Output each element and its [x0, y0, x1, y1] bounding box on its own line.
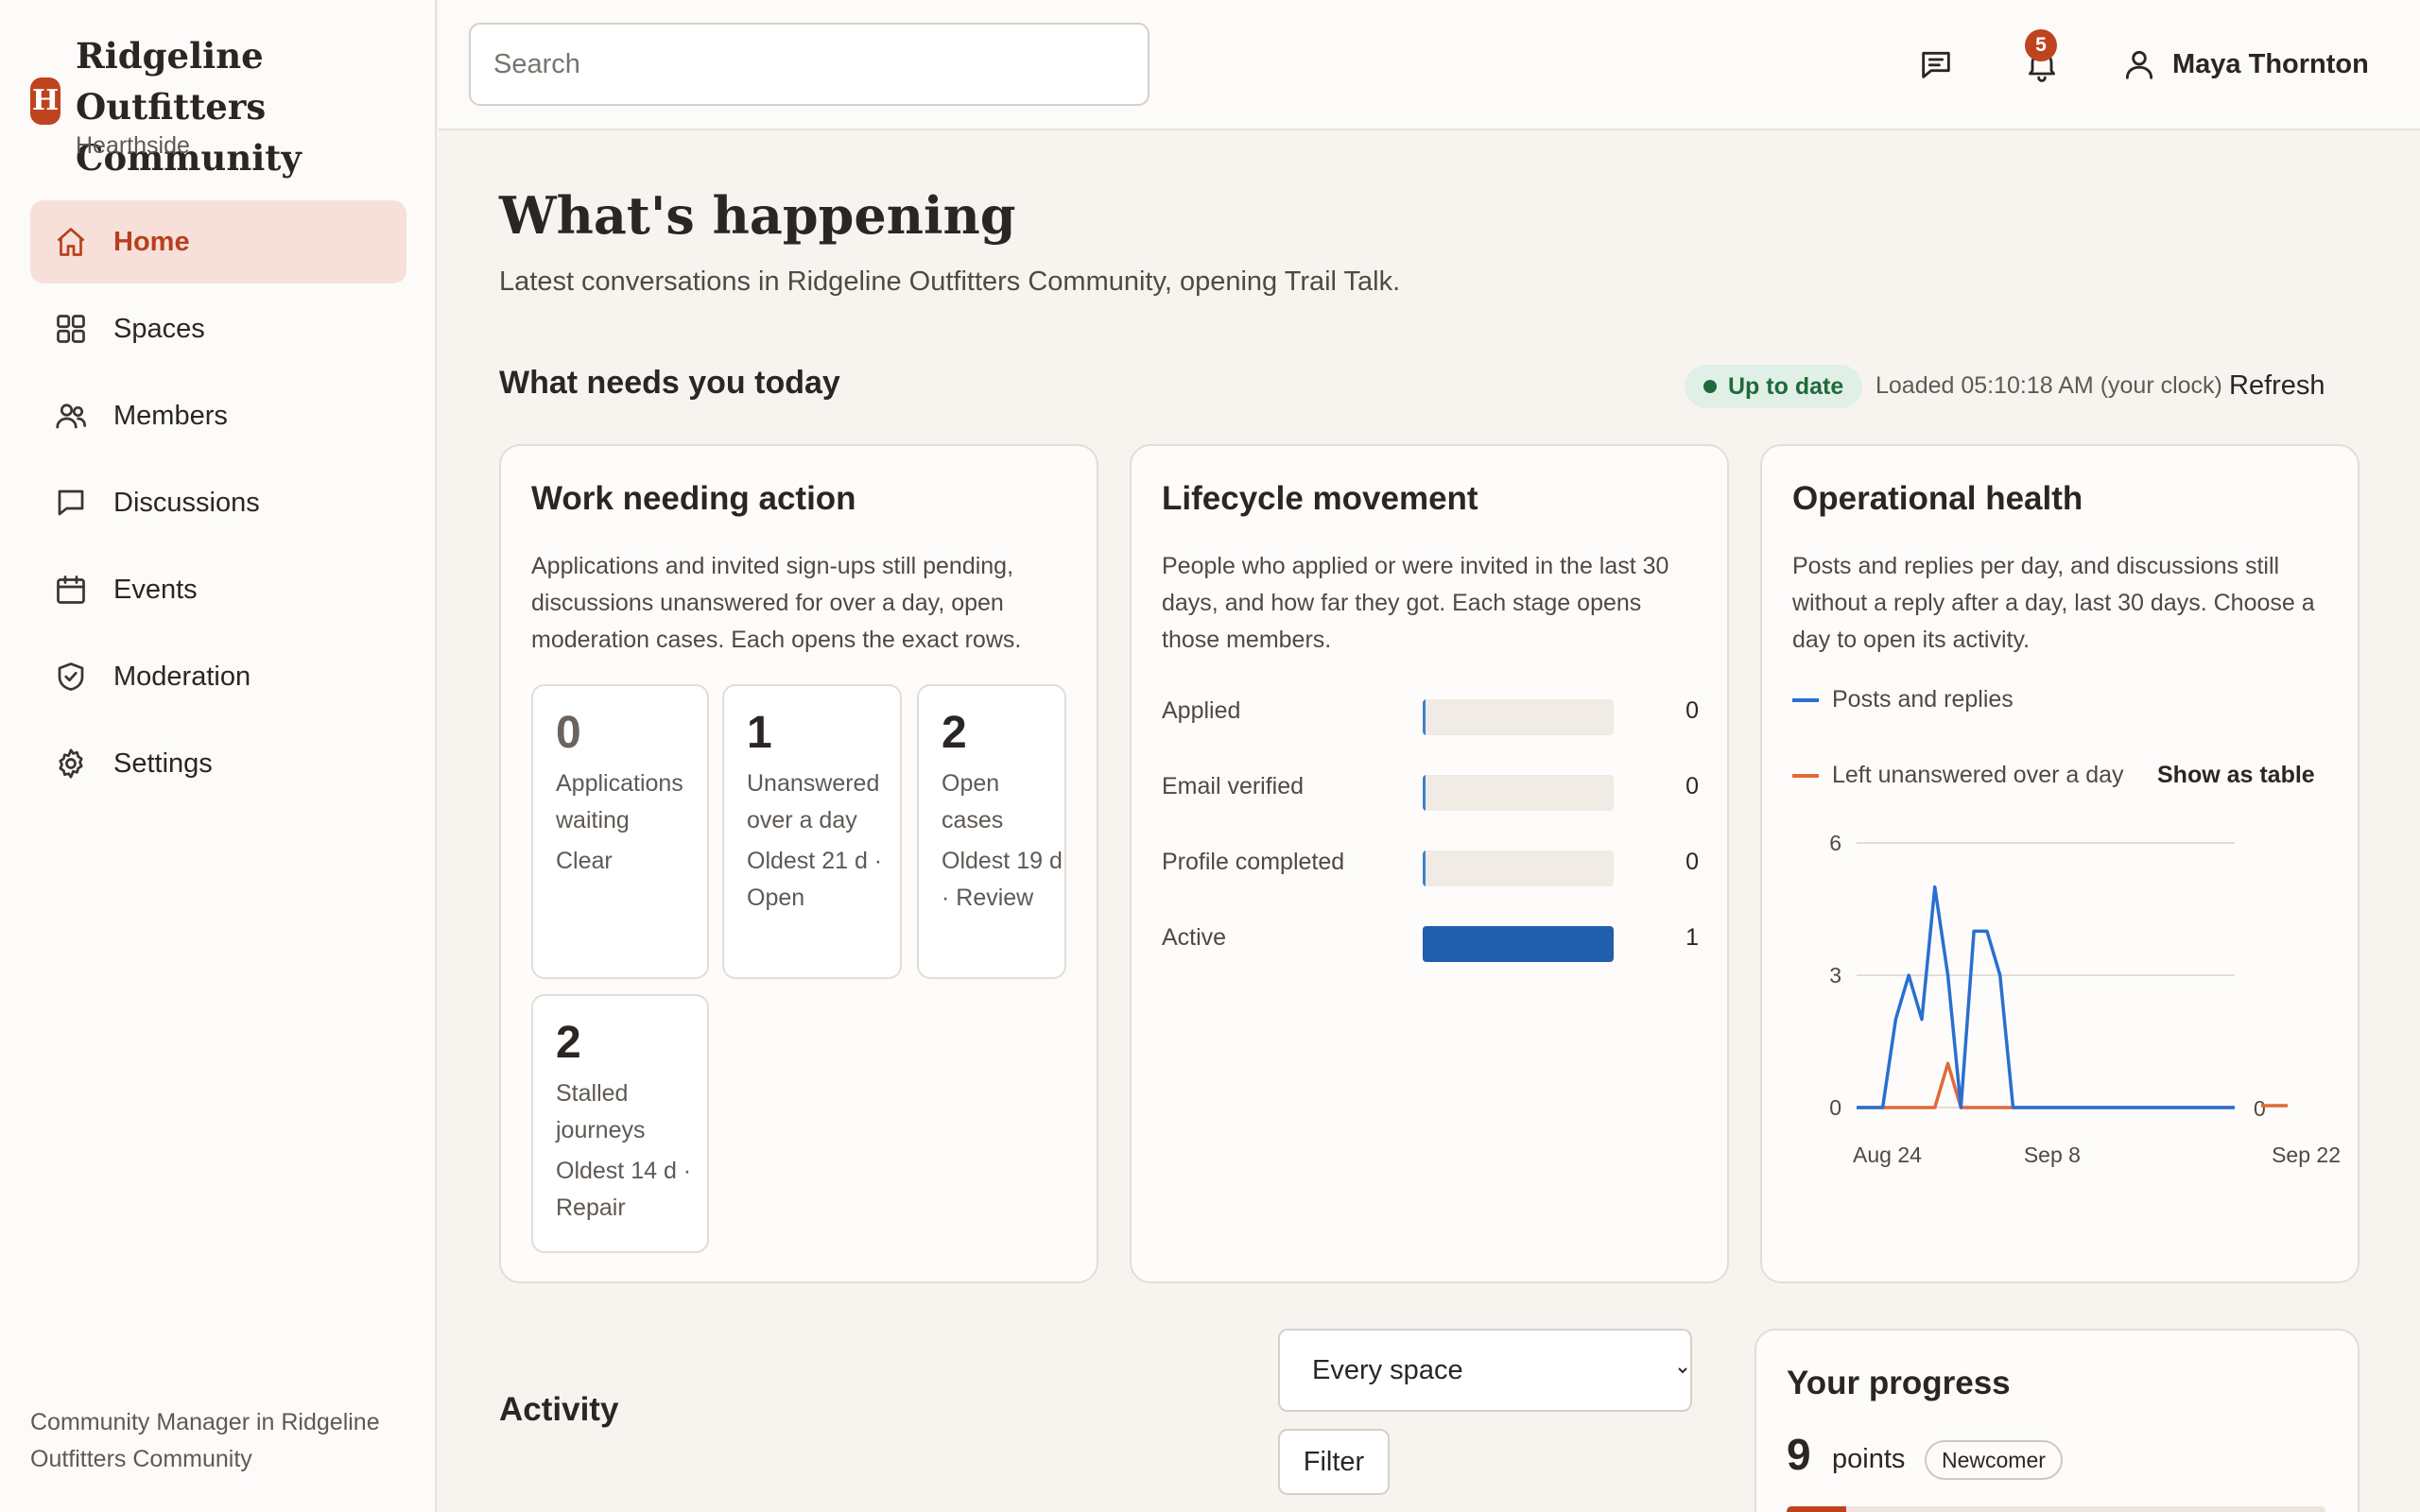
stage-bar [1423, 926, 1614, 962]
section-title: What needs you today [499, 365, 840, 401]
tile-count: 1 [747, 708, 772, 758]
tile-label: Open cases [942, 770, 1004, 833]
users-icon [53, 398, 89, 434]
stage-row-email-verified[interactable]: Email verified 0 [1162, 771, 1701, 811]
sidebar-item-members[interactable]: Members [30, 374, 406, 457]
sidebar-item-discussions[interactable]: Discussions [30, 461, 406, 544]
user-icon [2125, 50, 2153, 79]
sidebar-item-spaces[interactable]: Spaces [30, 287, 406, 370]
stage-label: Active [1162, 924, 1227, 951]
shield-icon [53, 659, 89, 695]
x-tick-label: Sep 8 [2024, 1143, 2081, 1167]
tile-label: Unanswered over a day [747, 770, 880, 833]
progress-bar [1787, 1506, 2325, 1512]
series-line-1 [1857, 1061, 2235, 1109]
stage-bar [1423, 699, 1614, 735]
notification-count-badge: 5 [2025, 29, 2057, 61]
y-tick-label: 6 [1829, 831, 1841, 855]
x-tick-label: Sep 22 [2272, 1143, 2341, 1167]
y-tick-label: 0 [1829, 1095, 1841, 1120]
tile-label: Stalled journeys [556, 1080, 646, 1143]
brand-logo: H [30, 77, 60, 125]
tile-applications-waiting[interactable]: 0 Applications waiting Clear [531, 684, 709, 979]
tile-count: 0 [556, 708, 581, 758]
sidebar-item-home[interactable]: Home [30, 200, 406, 284]
filter-button[interactable]: Filter [1278, 1429, 1390, 1495]
stage-label: Email verified [1162, 773, 1305, 799]
home-icon [53, 224, 89, 260]
x-tick-label: Aug 24 [1853, 1143, 1922, 1167]
tile-label: Applications waiting [556, 770, 683, 833]
sidebar-item-label: Moderation [113, 661, 251, 692]
user-name: Maya Thornton [2172, 48, 2369, 79]
tile-count: 2 [942, 708, 967, 758]
page-title: What's happening [499, 185, 1016, 246]
sidebar-nav: Home Spaces Members Discussions Events M… [30, 200, 406, 809]
card-description: Applications and invited sign-ups still … [531, 553, 1022, 653]
brand-title[interactable]: Ridgeline Outfitters Community [76, 30, 454, 183]
tile-stalled-journeys[interactable]: 2 Stalled journeys Oldest 14 d · Repair [531, 994, 709, 1253]
stage-value: 0 [1685, 697, 1699, 724]
series-end-label: 0 [2254, 1096, 2266, 1121]
sidebar-item-label: Events [113, 574, 198, 605]
stage-value: 0 [1685, 773, 1699, 799]
stage-row-applied[interactable]: Applied 0 [1162, 696, 1701, 735]
sidebar-item-settings[interactable]: Settings [30, 722, 406, 805]
series-line-0 [1857, 885, 2235, 1109]
stage-value: 1 [1685, 924, 1699, 951]
stage-bar [1423, 775, 1614, 811]
tile-meta: Oldest 14 d · Repair [556, 1158, 692, 1221]
calendar-icon [53, 572, 89, 608]
sidebar-footer-role: Community Manager in Ridgeline Outfitter… [30, 1409, 380, 1472]
stage-row-active[interactable]: Active 1 [1162, 922, 1701, 962]
refresh-button[interactable]: Refresh [2229, 365, 2325, 406]
gear-icon [53, 746, 89, 782]
tile-count: 2 [556, 1018, 581, 1068]
tile-open-cases[interactable]: 2 Open cases Oldest 19 d · Review [917, 684, 1066, 979]
stage-bar [1423, 850, 1614, 886]
sidebar: H Ridgeline Outfitters Community Hearths… [0, 0, 437, 1512]
operational-health-card: Operational health Posts and replies per… [1760, 444, 2360, 1283]
points-value: 9 [1787, 1430, 1811, 1479]
sidebar-item-label: Discussions [113, 487, 260, 518]
sidebar-item-label: Spaces [113, 313, 205, 344]
y-tick-label: 3 [1829, 963, 1841, 988]
page-subtitle: Latest conversations in Ridgeline Outfit… [499, 266, 1401, 297]
sidebar-item-moderation[interactable]: Moderation [30, 635, 406, 718]
tile-meta: Oldest 21 d · Open [747, 848, 883, 911]
stage-value: 0 [1685, 849, 1699, 875]
card-title: Lifecycle movement [1162, 480, 1478, 517]
sidebar-item-label: Home [113, 226, 190, 257]
activity-heading: Activity [499, 1391, 619, 1428]
sidebar-item-label: Members [113, 400, 228, 431]
search-input[interactable] [469, 23, 1150, 106]
chat-icon [53, 485, 89, 521]
brand-subtitle: Hearthside [76, 132, 190, 159]
stage-label: Profile completed [1162, 849, 1345, 875]
space-filter-select[interactable]: Every space [1278, 1329, 1692, 1412]
stage-label: Applied [1162, 697, 1241, 724]
card-description: People who applied or were invited in th… [1162, 553, 1669, 653]
work-needing-action-card: Work needing action Applications and inv… [499, 444, 1098, 1283]
tile-meta: Clear [556, 848, 613, 874]
points-label: points [1832, 1444, 1906, 1474]
user-menu[interactable]: Maya Thornton [2121, 38, 2369, 91]
messages-icon[interactable] [1915, 43, 1957, 85]
grid-icon [53, 311, 89, 347]
topbar: 5 Maya Thornton [439, 0, 2420, 130]
stage-row-profile-completed[interactable]: Profile completed 0 [1162, 847, 1701, 886]
sidebar-item-events[interactable]: Events [30, 548, 406, 631]
tile-meta: Oldest 19 d · Review [942, 848, 1063, 911]
level-badge: Newcomer [1925, 1440, 2063, 1480]
your-progress-card: Your progress 9 points Newcomer [1754, 1329, 2360, 1512]
card-title: Work needing action [531, 480, 856, 517]
tile-unanswered[interactable]: 1 Unanswered over a day Oldest 21 d · Op… [722, 684, 902, 979]
lifecycle-movement-card: Lifecycle movement People who applied or… [1130, 444, 1729, 1283]
loaded-timestamp: Loaded 05:10:18 AM (your clock) [1876, 372, 2222, 399]
status-badge: Up to date [1685, 365, 1863, 408]
health-line-chart[interactable]: 036Aug 24 Sep 8 Sep 220 [1762, 446, 2361, 1285]
card-title: Your progress [1787, 1365, 2011, 1401]
sidebar-item-label: Settings [113, 747, 213, 779]
